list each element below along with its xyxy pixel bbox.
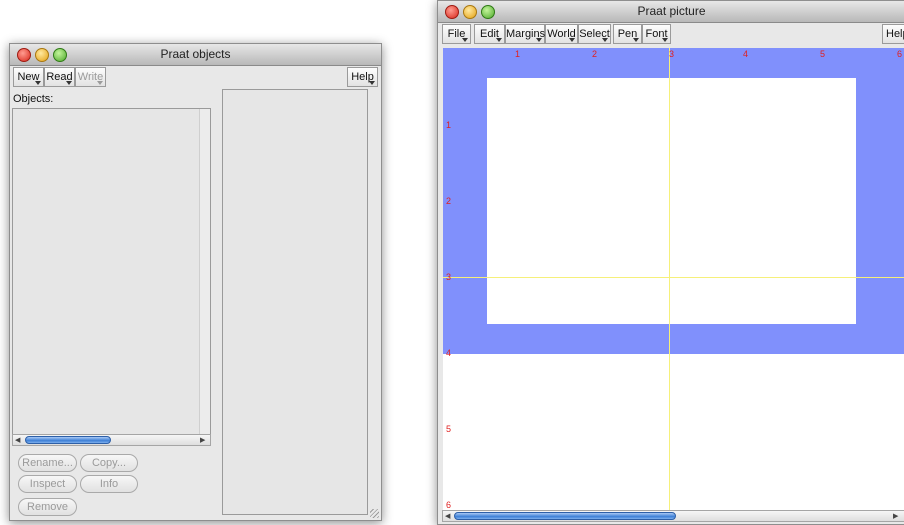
zoom-icon[interactable] [53, 48, 67, 62]
objects-list-vscroll[interactable] [199, 109, 210, 440]
menu-help[interactable]: Help [882, 24, 904, 44]
objects-label: Objects: [13, 93, 54, 105]
menu-arrow-icon [369, 81, 375, 85]
menu-arrow-icon [536, 38, 542, 42]
top-ruler-3: 3 [669, 49, 675, 59]
menu-arrow-icon [496, 38, 502, 42]
picture-scroll-thumb[interactable] [454, 512, 676, 520]
left-ruler-3: 3 [446, 272, 452, 282]
inner-viewport [487, 78, 856, 324]
menu-help-label: Help [886, 28, 904, 40]
objects-list-hscroll[interactable]: ◀ ▶ [12, 434, 211, 446]
left-ruler-1: 1 [446, 120, 452, 130]
menu-margins[interactable]: Margins [505, 24, 545, 44]
left-ruler-4: 4 [446, 348, 452, 358]
info-button[interactable]: Info [80, 475, 138, 493]
menu-edit[interactable]: Edit [474, 24, 505, 44]
scroll-left-icon[interactable]: ◀ [445, 513, 450, 521]
close-icon[interactable] [445, 5, 459, 19]
top-ruler-1: 1 [515, 49, 521, 59]
remove-label: Remove [27, 501, 68, 513]
menu-arrow-icon [602, 38, 608, 42]
menu-world[interactable]: World [545, 24, 578, 44]
inspect-button[interactable]: Inspect [18, 475, 77, 493]
top-ruler-5: 5 [820, 49, 826, 59]
top-ruler-2: 2 [592, 49, 598, 59]
menu-arrow-icon [633, 38, 639, 42]
scroll-right-icon[interactable]: ▶ [893, 513, 898, 521]
scroll-left-icon[interactable]: ◀ [15, 437, 20, 445]
horizontal-guide-line [443, 277, 904, 278]
scroll-right-icon[interactable]: ▶ [200, 437, 205, 445]
menu-select[interactable]: Select [578, 24, 611, 44]
menu-help[interactable]: Help [347, 67, 378, 87]
info-label: Info [99, 478, 119, 490]
objects-window-title: Praat objects [160, 47, 231, 61]
minimize-icon[interactable] [463, 5, 477, 19]
left-ruler-2: 2 [446, 196, 452, 206]
menu-arrow-icon [66, 81, 72, 85]
zoom-icon[interactable] [481, 5, 495, 19]
objects-list-scroll-thumb[interactable] [25, 436, 111, 444]
picture-window-title: Praat picture [637, 4, 706, 18]
copy-button[interactable]: Copy... [80, 454, 138, 472]
menu-read[interactable]: Read [44, 67, 75, 87]
vertical-guide-line [669, 48, 670, 511]
picture-titlebar: Praat picture [438, 1, 904, 23]
window-resize-grip[interactable] [370, 509, 379, 518]
menu-file[interactable]: File [442, 24, 471, 44]
menu-arrow-icon [97, 81, 103, 85]
minimize-icon[interactable] [35, 48, 49, 62]
left-ruler-6: 6 [446, 500, 452, 510]
menu-new[interactable]: New [13, 67, 44, 87]
menu-pen[interactable]: Pen [613, 24, 642, 44]
rename-label: Rename... [22, 457, 73, 469]
left-ruler-5: 5 [446, 424, 452, 434]
menu-arrow-icon [35, 81, 41, 85]
picture-hscroll[interactable]: ◀ ▶ [442, 510, 904, 522]
praat-picture-window: Praat picture File Edit Margins World Se… [437, 0, 904, 525]
menu-arrow-icon [462, 38, 468, 42]
objects-titlebar: Praat objects [10, 44, 381, 66]
praat-objects-window: Praat objects New Read Write Help Object… [9, 43, 382, 521]
close-icon[interactable] [17, 48, 31, 62]
menu-font[interactable]: Font [642, 24, 671, 44]
menu-arrow-icon [662, 38, 668, 42]
rename-button[interactable]: Rename... [18, 454, 77, 472]
picture-canvas[interactable]: 1 2 3 4 5 6 1 2 3 4 5 6 [443, 48, 904, 511]
remove-button[interactable]: Remove [18, 498, 77, 516]
dynamic-menu-panel [222, 89, 368, 515]
top-ruler-4: 4 [743, 49, 749, 59]
menu-arrow-icon [569, 38, 575, 42]
menu-write[interactable]: Write [75, 67, 106, 87]
inspect-label: Inspect [29, 478, 66, 490]
objects-list[interactable] [12, 108, 211, 441]
top-ruler-6: 6 [897, 49, 903, 59]
copy-label: Copy... [91, 457, 127, 469]
